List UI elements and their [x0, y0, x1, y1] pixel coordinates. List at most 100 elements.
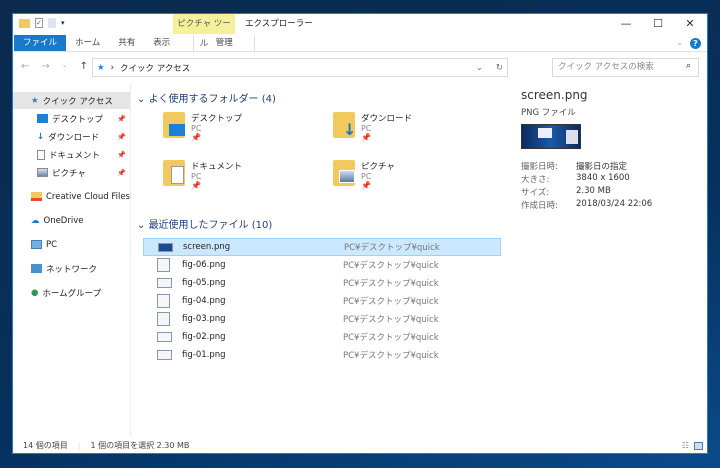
sidebar-item-pc[interactable]: PC: [13, 236, 130, 253]
tab-home[interactable]: ホーム: [66, 35, 109, 51]
expand-ribbon-icon[interactable]: ⌄: [676, 38, 683, 47]
sidebar-item-label: ネットワーク: [46, 264, 98, 275]
document-icon: [37, 149, 45, 160]
recent-files-heading[interactable]: ⌄ 最近使用したファイル (10): [137, 216, 272, 231]
property-value: 3840 x 1600: [576, 173, 630, 183]
pin-icon: 📌: [191, 133, 201, 142]
network-icon: [31, 264, 42, 273]
file-path: PC¥デスクトップ¥quick: [343, 261, 439, 271]
file-row[interactable]: fig-01.png PC¥デスクトップ¥quick: [143, 346, 501, 364]
maximize-button[interactable]: ☐: [642, 14, 674, 34]
sidebar-item-label: ダウンロード: [48, 132, 100, 143]
folder-tile-documents[interactable]: ドキュメント PC 📌: [163, 160, 242, 190]
star-icon: ★: [31, 95, 39, 106]
group-heading-text: 最近使用したファイル (10): [148, 220, 273, 231]
sidebar-item-desktop[interactable]: デスクトップ 📌: [13, 110, 130, 127]
sidebar-item-creative-cloud[interactable]: Creative Cloud Files: [13, 188, 130, 205]
tab-view[interactable]: 表示: [144, 35, 179, 51]
tab-manage[interactable]: 管理: [193, 35, 256, 51]
pin-icon[interactable]: 📌: [117, 115, 126, 123]
file-row[interactable]: fig-04.png PC¥デスクトップ¥quick: [143, 292, 501, 310]
back-icon[interactable]: ←: [21, 61, 29, 72]
image-file-icon: [157, 294, 170, 308]
folder-name: ダウンロード: [361, 114, 413, 124]
address-bar[interactable]: ★ › クイック アクセス ⌄ ↻: [92, 58, 508, 77]
pictures-icon: [37, 168, 48, 177]
folder-tile-downloads[interactable]: ↓ ダウンロード PC 📌: [333, 112, 412, 142]
property-value[interactable]: 撮影日の指定: [576, 160, 627, 172]
sidebar-item-label: ホームグループ: [42, 288, 102, 299]
folder-location: PC: [361, 124, 372, 133]
sidebar-item-label: ドキュメント: [49, 150, 101, 161]
sidebar-item-homegroup[interactable]: ● ホームグループ: [13, 284, 130, 301]
folder-tile-desktop[interactable]: デスクトップ PC 📌: [163, 112, 242, 142]
image-file-icon: [157, 258, 170, 272]
minimize-button[interactable]: —: [610, 14, 642, 34]
search-icon[interactable]: ⌕: [686, 61, 691, 71]
folder-location: PC: [191, 172, 202, 181]
sidebar-item-onedrive[interactable]: ☁ OneDrive: [13, 212, 130, 229]
documents-folder-icon: [163, 160, 185, 186]
pin-icon: 📌: [361, 133, 371, 142]
details-view-icon[interactable]: ☷: [682, 441, 689, 450]
file-row[interactable]: fig-02.png PC¥デスクトップ¥quick: [143, 328, 501, 346]
frequent-folders-heading[interactable]: ⌄ よく使用するフォルダー (4): [137, 90, 276, 105]
sidebar-item-quick-access[interactable]: ★ クイック アクセス: [13, 92, 130, 109]
file-path: PC¥デスクトップ¥quick: [343, 279, 439, 289]
sidebar-item-label: Creative Cloud Files: [46, 191, 130, 202]
refresh-icon[interactable]: ↻: [496, 63, 503, 73]
address-dropdown-icon[interactable]: ⌄: [476, 63, 483, 73]
tab-file[interactable]: ファイル: [14, 35, 67, 51]
sidebar-item-downloads[interactable]: ↓ ダウンロード 📌: [13, 128, 130, 145]
pin-icon: 📌: [191, 181, 201, 190]
new-folder-icon[interactable]: [48, 18, 56, 28]
sidebar-item-documents[interactable]: ドキュメント 📌: [13, 146, 130, 163]
downloads-folder-icon: ↓: [333, 112, 356, 139]
pin-icon[interactable]: 📌: [117, 169, 126, 177]
close-button[interactable]: ✕: [674, 14, 706, 34]
search-input[interactable]: クイック アクセスの検索: [552, 58, 699, 77]
desktop-folder-icon: [163, 112, 185, 138]
sidebar-item-label: デスクトップ: [52, 114, 104, 125]
image-file-icon: [157, 312, 170, 326]
pin-icon[interactable]: 📌: [117, 151, 126, 159]
file-row[interactable]: screen.png PC¥デスクトップ¥quick: [143, 238, 501, 256]
customize-dropdown-icon[interactable]: ▾: [61, 19, 65, 27]
breadcrumb-quick-access[interactable]: クイック アクセス: [120, 62, 190, 74]
selection-info: 1 個の項目を選択 2.30 MB: [90, 441, 190, 450]
thumbnail-preview: [521, 124, 581, 149]
properties-icon[interactable]: ✓: [35, 18, 43, 28]
large-icons-view-icon[interactable]: [694, 441, 703, 450]
file-row[interactable]: fig-03.png PC¥デスクトップ¥quick: [143, 310, 501, 328]
help-icon[interactable]: ?: [690, 38, 701, 49]
property-label: 撮影日時:: [521, 162, 558, 172]
folder-tile-pictures[interactable]: ピクチャ PC 📌: [333, 160, 395, 190]
property-value: 2.30 MB: [576, 186, 611, 196]
details-file-type: PNG ファイル: [521, 108, 576, 118]
pin-icon: 📌: [361, 181, 371, 190]
navigation-buttons: ← → ⌄ ↑: [21, 61, 88, 72]
tab-share[interactable]: 共有: [109, 35, 144, 51]
pin-icon[interactable]: 📌: [117, 133, 126, 141]
sidebar-item-pictures[interactable]: ピクチャ 📌: [13, 164, 130, 181]
file-name: fig-04.png: [182, 296, 226, 306]
item-count: 14 個の項目: [23, 441, 68, 450]
window-title: エクスプローラー: [245, 19, 313, 29]
folder-name: ピクチャ: [361, 162, 395, 172]
title-bar: ✓ ▾ ピクチャ ツール エクスプローラー — ☐ ✕: [13, 14, 707, 49]
navigation-pane: ★ クイック アクセス デスクトップ 📌 ↓ ダウンロード 📌 ドキュメント 📌 ピクチャ…: [13, 84, 131, 436]
sidebar-item-label: PC: [46, 239, 58, 250]
file-row[interactable]: fig-06.png PC¥デスクトップ¥quick: [143, 256, 501, 274]
file-path: PC¥デスクトップ¥quick: [344, 243, 440, 253]
up-icon[interactable]: ↑: [80, 61, 88, 72]
file-row[interactable]: fig-05.png PC¥デスクトップ¥quick: [143, 274, 501, 292]
property-label: 作成日時:: [521, 201, 558, 211]
recent-dropdown-icon[interactable]: ⌄: [62, 61, 68, 72]
property-value: 2018/03/24 22:06: [576, 199, 653, 209]
sidebar-item-network[interactable]: ネットワーク: [13, 260, 130, 277]
file-name: fig-05.png: [182, 278, 226, 288]
image-file-icon: [157, 278, 172, 288]
forward-icon[interactable]: →: [41, 61, 49, 72]
file-path: PC¥デスクトップ¥quick: [343, 297, 439, 307]
folder-name: ドキュメント: [191, 162, 243, 172]
